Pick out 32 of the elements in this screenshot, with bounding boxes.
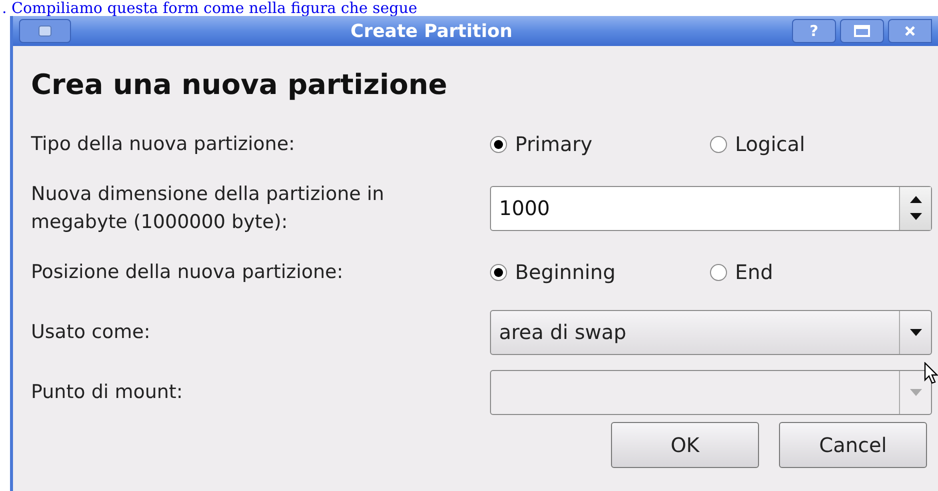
dropdown-value: area di swap — [498, 319, 628, 346]
down-arrow-icon — [910, 213, 922, 220]
window-title: Create Partition — [350, 20, 514, 44]
up-arrow-icon — [910, 196, 922, 203]
maximize-button[interactable] — [840, 19, 884, 43]
field-label: Usato come: — [31, 320, 152, 345]
app-icon-button[interactable] — [19, 19, 71, 43]
dialog-button[interactable]: Cancel — [779, 422, 927, 468]
close-icon — [904, 25, 916, 37]
caption-text: . Compiliamo questa form come nella figura che segue — [1, 0, 418, 16]
dialog-button[interactable]: OK — [611, 422, 759, 468]
radio-label: Beginning — [515, 259, 616, 286]
field-label: Posizione della nuova partizione: — [31, 260, 344, 285]
maximize-icon — [854, 25, 870, 37]
close-button[interactable] — [888, 19, 932, 43]
radio-button[interactable] — [490, 136, 507, 152]
radio-label: Logical — [735, 131, 806, 158]
radio-button[interactable] — [710, 136, 727, 152]
radio-label: End — [735, 259, 774, 286]
mouse-cursor-icon — [924, 362, 938, 384]
field-label: Nuova dimensione della partizione in megabyte (1000000 byte): — [31, 182, 386, 235]
radio-button[interactable] — [710, 264, 727, 280]
field-label: Punto di mount: — [31, 380, 184, 405]
radio-button[interactable] — [490, 264, 507, 280]
spin-field[interactable]: 1000 — [490, 186, 932, 230]
dialog-heading: Crea una nuova partizione — [31, 67, 448, 103]
spin-value: 1000 — [498, 195, 551, 222]
radio-label: Primary — [515, 131, 592, 158]
down-arrow-icon — [910, 388, 922, 396]
field-label: Tipo della nuova partizione: — [31, 132, 296, 157]
down-arrow-icon — [910, 328, 922, 336]
dropdown[interactable]: area di swap — [490, 310, 932, 354]
